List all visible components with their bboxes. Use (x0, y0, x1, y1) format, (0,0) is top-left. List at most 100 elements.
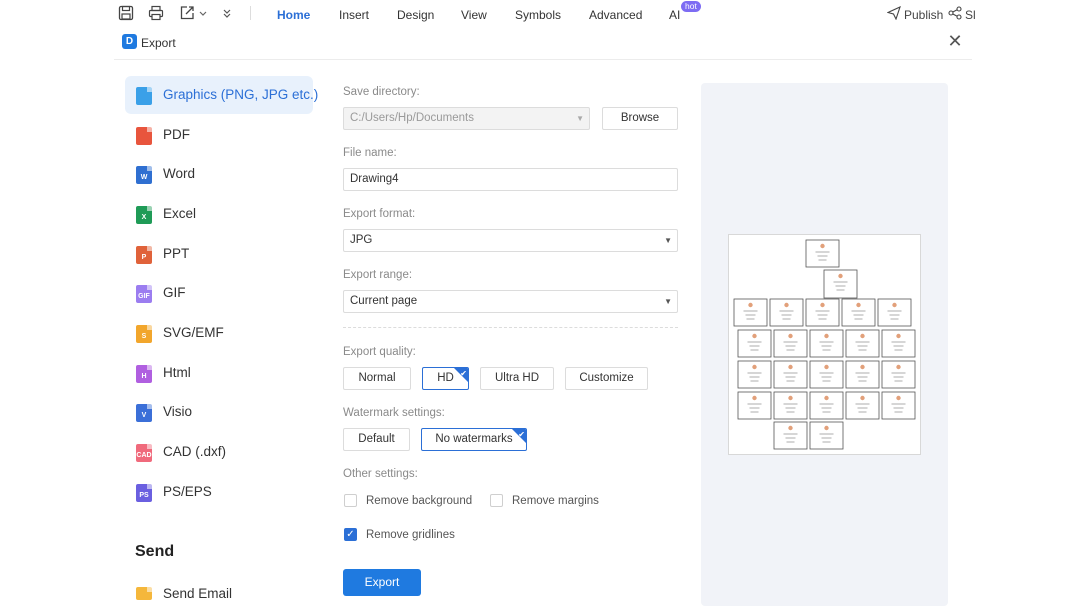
menu-home[interactable]: Home (277, 8, 310, 22)
quality-customize-button[interactable]: Customize (565, 367, 648, 390)
no-watermarks-button[interactable]: No watermarks ✔ (421, 428, 527, 451)
send-item-label: Send Email (163, 586, 233, 601)
file-name-label: File name: (343, 147, 397, 159)
sidebar-item-ps-eps[interactable]: PS PS/EPS (125, 473, 313, 511)
svg-file-icon: S (136, 325, 152, 343)
remove-gridlines-label: Remove gridlines (366, 529, 455, 541)
browse-button[interactable]: Browse (602, 107, 678, 130)
toolbar-divider (250, 6, 251, 20)
send-item-send-email[interactable]: Send Email (125, 575, 313, 613)
export-range-select[interactable]: Current page ▼ (343, 290, 678, 313)
org-card-thumbnail (773, 360, 808, 389)
sidebar-item-cad[interactable]: CAD CAD (.dxf) (125, 433, 313, 471)
menu-view[interactable]: View (461, 8, 487, 22)
other-settings-label: Other settings: (343, 468, 418, 480)
sidebar-item-label: Graphics (PNG, JPG etc.) (163, 87, 319, 102)
export-format-label: Export format: (343, 208, 416, 220)
sidebar-item-visio[interactable]: V Visio (125, 393, 313, 431)
close-icon[interactable]: ✕ (946, 32, 964, 50)
export-quality-label: Export quality: (343, 346, 416, 358)
remove-margins-label: Remove margins (512, 495, 599, 507)
save-icon[interactable] (118, 5, 134, 21)
sidebar-item-label: Excel (163, 206, 197, 221)
remove-background-label: Remove background (366, 495, 473, 507)
org-card-thumbnail (737, 391, 772, 420)
sidebar-item-label: SVG/EMF (163, 325, 224, 340)
menu-ai[interactable]: AI (669, 8, 680, 22)
selected-check-icon: ✔ (518, 430, 525, 439)
org-card-thumbnail (809, 329, 844, 358)
app-logo-icon: D (122, 34, 137, 49)
share-icon[interactable] (948, 6, 962, 20)
hot-badge: hot (681, 1, 701, 12)
quality-hd-button[interactable]: HD ✔ (422, 367, 469, 390)
sidebar-item-svg-emf[interactable]: S SVG/EMF (125, 314, 313, 352)
dialog-title: Export (141, 36, 176, 50)
sidebar-item-label: Word (163, 166, 196, 181)
export-format-select[interactable]: JPG ▼ (343, 229, 678, 252)
section-divider (343, 327, 678, 328)
sidebar-item-gif[interactable]: GIF GIF (125, 274, 313, 312)
sidebar-item-word[interactable]: W Word (125, 155, 313, 193)
excel-file-icon: X (136, 206, 152, 224)
save-directory-value: C:/Users/Hp/Documents (350, 112, 474, 124)
dropdown-caret-icon: ▼ (576, 114, 584, 123)
print-icon[interactable] (148, 5, 164, 21)
email-icon (136, 587, 152, 600)
word-file-icon: W (136, 166, 152, 184)
menu-design[interactable]: Design (397, 8, 434, 22)
chevron-down-icon[interactable] (198, 5, 208, 21)
file-name-input[interactable]: Drawing4 (343, 168, 678, 191)
export-preview-panel (701, 83, 948, 606)
org-card-thumbnail (845, 329, 880, 358)
file-name-value: Drawing4 (350, 173, 399, 185)
sidebar-item-ppt[interactable]: P PPT (125, 235, 313, 273)
org-card-thumbnail (737, 329, 772, 358)
org-card-thumbnail (773, 329, 808, 358)
cad-file-icon: CAD (136, 444, 152, 462)
export-dialog: D Export ✕ Graphics (PNG, JPG etc.) PDF W W… (114, 24, 972, 610)
remove-margins-checkbox[interactable] (490, 494, 503, 507)
remove-gridlines-checkbox[interactable]: ✓ (344, 528, 357, 541)
org-card-thumbnail (809, 421, 844, 450)
page-preview-thumbnail (728, 234, 921, 455)
watermark-default-button[interactable]: Default (343, 428, 410, 451)
org-card-thumbnail (733, 298, 768, 327)
org-card-thumbnail (881, 360, 916, 389)
remove-background-checkbox[interactable] (344, 494, 357, 507)
sidebar-item-label: CAD (.dxf) (163, 444, 227, 459)
gif-file-icon: GIF (136, 285, 152, 303)
export-range-label: Export range: (343, 269, 413, 281)
org-card-thumbnail (773, 391, 808, 420)
html-file-icon: H (136, 365, 152, 383)
export-format-value: JPG (350, 234, 373, 246)
quality-hd-label: HD (437, 372, 454, 384)
send-heading: Send (135, 543, 175, 560)
org-card-thumbnail (809, 360, 844, 389)
menu-advanced[interactable]: Advanced (589, 8, 642, 22)
quality-normal-button[interactable]: Normal (343, 367, 411, 390)
sidebar-item-label: Html (163, 365, 191, 380)
sidebar-item-label: GIF (163, 285, 186, 300)
sidebar-item-html[interactable]: H Html (125, 354, 313, 392)
export-button[interactable]: Export (343, 569, 421, 596)
send-plane-icon[interactable] (887, 6, 901, 20)
menu-insert[interactable]: Insert (339, 8, 369, 22)
ps-file-icon: PS (136, 484, 152, 502)
quality-ultra-hd-button[interactable]: Ultra HD (480, 367, 554, 390)
visio-file-icon: V (136, 404, 152, 422)
sidebar-item-excel[interactable]: X Excel (125, 195, 313, 233)
menu-symbols[interactable]: Symbols (515, 8, 561, 22)
publish-button[interactable]: Publish (904, 8, 943, 22)
sidebar-item-pdf[interactable]: PDF (125, 116, 313, 154)
pdf-file-icon (136, 127, 152, 145)
app-toolbar: Home Insert Design View Symbols Advanced… (0, 0, 1080, 24)
org-card-thumbnail (881, 329, 916, 358)
more-dropdown-icon[interactable] (221, 5, 233, 21)
export-share-icon[interactable] (179, 5, 195, 21)
org-card-thumbnail (805, 239, 840, 268)
share-label[interactable]: Sl (965, 8, 976, 22)
sidebar-item-graphics[interactable]: Graphics (PNG, JPG etc.) (125, 76, 318, 114)
dropdown-caret-icon: ▼ (664, 297, 672, 306)
sidebar-item-label: PDF (163, 127, 190, 142)
